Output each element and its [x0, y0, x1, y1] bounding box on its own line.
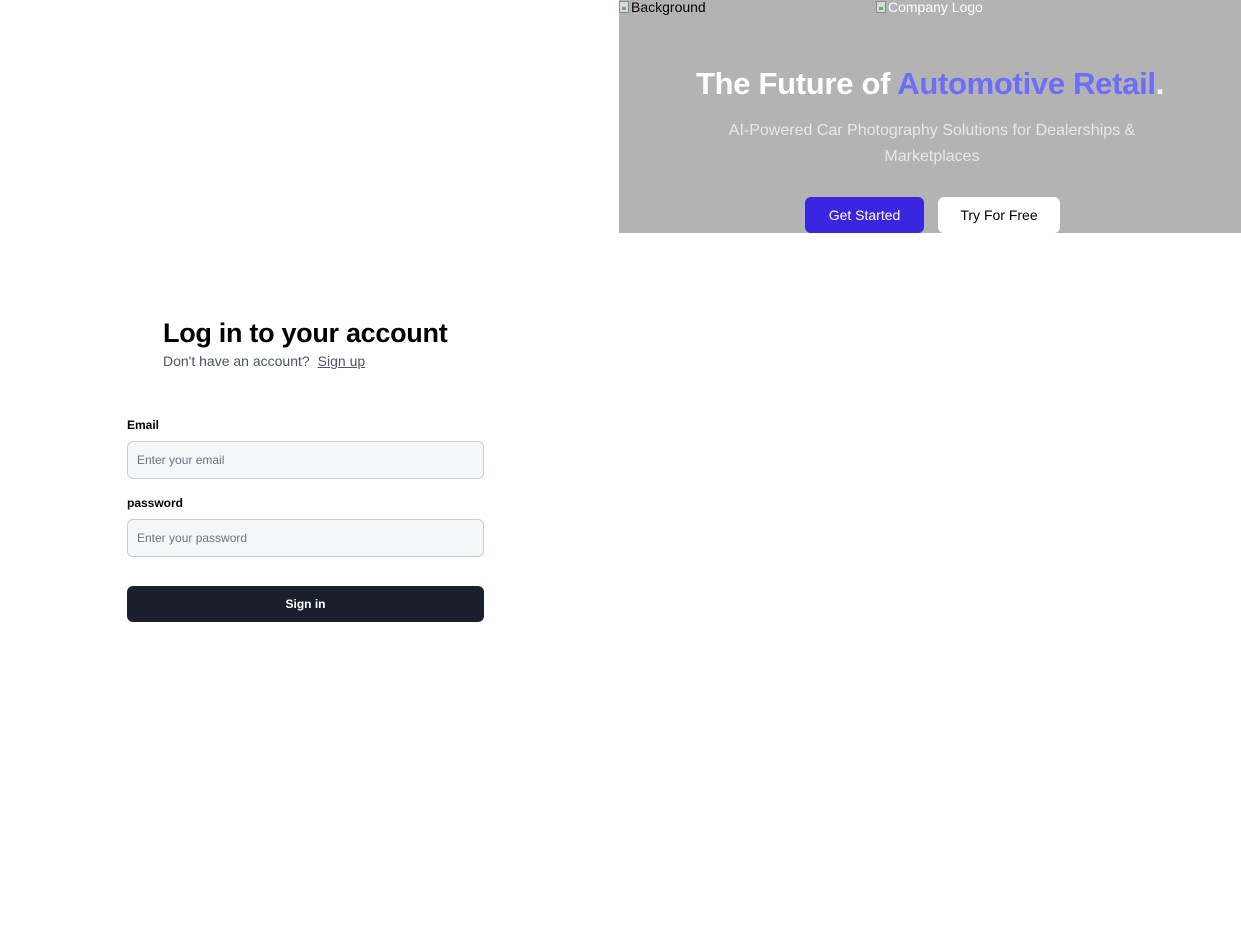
password-label: password [127, 496, 184, 510]
hero-title-suffix: . [1155, 66, 1165, 101]
background-image-alt: Background [631, 0, 706, 15]
try-for-free-button[interactable]: Try For Free [938, 197, 1060, 233]
login-title: Log in to your account [163, 318, 448, 348]
no-account-text: Don't have an account? [163, 353, 310, 369]
background-image: Background [619, 0, 706, 14]
hero-panel: Background Company Logo The Future of Au… [619, 0, 1241, 233]
broken-image-icon [619, 1, 629, 13]
get-started-button[interactable]: Get Started [805, 197, 924, 233]
hero-title-accent: Automotive Retail [897, 66, 1156, 101]
company-logo: Company Logo [876, 0, 983, 14]
signup-link[interactable]: Sign up [318, 353, 365, 369]
company-logo-alt: Company Logo [888, 0, 983, 15]
sign-in-button[interactable]: Sign in [127, 586, 484, 622]
hero-title: The Future of Automotive Retail. [619, 66, 1241, 102]
hero-title-prefix: The Future of [695, 66, 898, 101]
password-field[interactable] [127, 519, 484, 557]
email-field[interactable] [127, 441, 484, 479]
hero-subtitle: AI-Powered Car Photography Solutions for… [728, 122, 1136, 165]
signup-prompt: Don't have an account? Sign up [163, 353, 365, 369]
broken-image-icon [876, 1, 886, 13]
email-label: Email [127, 418, 160, 432]
